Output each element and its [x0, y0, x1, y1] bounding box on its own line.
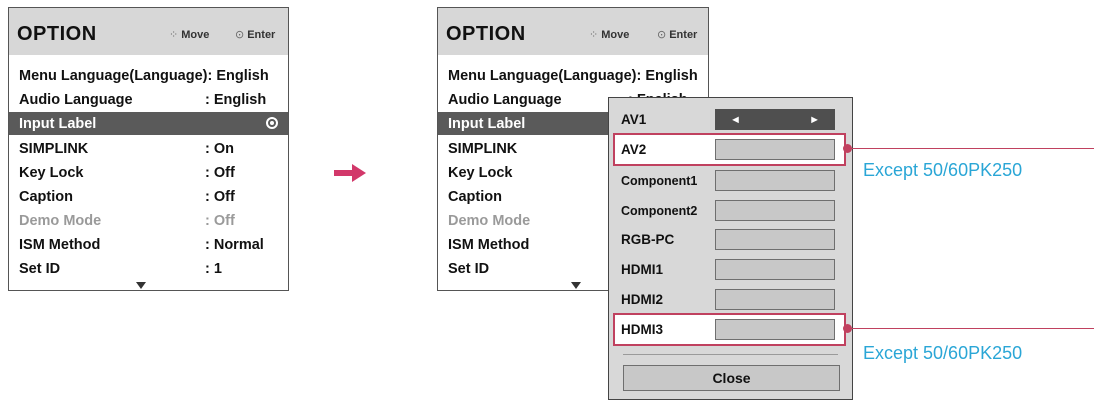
close-button[interactable]: Close: [623, 365, 840, 391]
menu-title: OPTION: [17, 23, 97, 45]
callout-text-av2: Except 50/60PK250: [863, 160, 1023, 180]
av1-label-selector[interactable]: ◄ ►: [715, 109, 835, 130]
next-step-arrow: [334, 170, 354, 176]
scroll-down-icon[interactable]: [136, 282, 146, 289]
hdmi3-label-field[interactable]: [715, 319, 835, 340]
arrow-left-icon[interactable]: ◄: [730, 114, 741, 126]
menu-item-caption[interactable]: Caption : Off: [9, 185, 288, 208]
hdmi1-label-field[interactable]: [715, 259, 835, 280]
rgb-pc-label-field[interactable]: [715, 229, 835, 250]
menu-item-key-lock[interactable]: Key Lock : Off: [9, 161, 288, 184]
popup-row-rgb-pc[interactable]: RGB-PC: [617, 227, 844, 252]
menu-item-demo-mode: Demo Mode : Off: [19, 213, 235, 229]
move-arrows-icon: ⁘: [169, 29, 179, 41]
hint-move: ⁘ Move: [589, 29, 630, 41]
menu-item-menu-language[interactable]: Menu Language(Language): English: [438, 64, 708, 87]
popup-row-component2[interactable]: Component2: [617, 198, 844, 223]
menu-header: OPTION ⁘ Move ⊙ Enter: [438, 8, 708, 55]
menu-item-input-label[interactable]: Input Label: [9, 112, 288, 135]
move-arrows-icon: ⁘: [589, 29, 599, 41]
hint-enter: ⊙ Enter: [235, 29, 276, 41]
next-step-arrow-head: [352, 164, 366, 182]
popup-row-av1[interactable]: AV1 ◄ ►: [617, 107, 844, 132]
menu-item-menu-language[interactable]: Menu Language(Language): English: [9, 64, 288, 87]
menu-title: OPTION: [446, 23, 526, 45]
hint-move: ⁘ Move: [169, 29, 210, 41]
enter-icon: ⊙: [657, 29, 667, 41]
component1-label-field[interactable]: [715, 170, 835, 191]
menu-item-set-id[interactable]: Set ID : 1: [9, 257, 288, 280]
menu-item-audio-language[interactable]: Audio Language : English: [9, 88, 288, 111]
menu-header: OPTION ⁘ Move ⊙ Enter: [9, 8, 288, 55]
popup-row-component1[interactable]: Component1: [617, 168, 844, 193]
scroll-down-icon[interactable]: [571, 282, 581, 289]
av2-label-field[interactable]: [715, 139, 835, 160]
selected-radio-icon: [266, 117, 278, 129]
enter-icon: ⊙: [235, 29, 245, 41]
option-menu-left: OPTION ⁘ Move ⊙ Enter Menu Language(Langua…: [8, 7, 289, 291]
hint-enter: ⊙ Enter: [657, 29, 698, 41]
menu-item-simplink[interactable]: SIMPLINK : On: [9, 137, 288, 160]
callout-line-hdmi3: [850, 328, 1094, 329]
popup-divider: [623, 354, 838, 355]
component2-label-field[interactable]: [715, 200, 835, 221]
hdmi2-label-field[interactable]: [715, 289, 835, 310]
input-label-popup: AV1 ◄ ► AV2 Component1 Component2 RGB-PC…: [608, 97, 853, 400]
popup-row-hdmi2[interactable]: HDMI2: [617, 287, 844, 312]
popup-row-hdmi1[interactable]: HDMI1: [617, 257, 844, 282]
callout-line-av2: [850, 148, 1094, 149]
popup-row-hdmi3[interactable]: HDMI3: [617, 317, 844, 342]
callout-text-hdmi3: Except 50/60PK250: [863, 343, 1023, 363]
popup-row-av2[interactable]: AV2: [617, 137, 844, 162]
arrow-right-icon[interactable]: ►: [809, 114, 820, 126]
menu-item-ism-method[interactable]: ISM Method : Normal: [9, 233, 288, 256]
